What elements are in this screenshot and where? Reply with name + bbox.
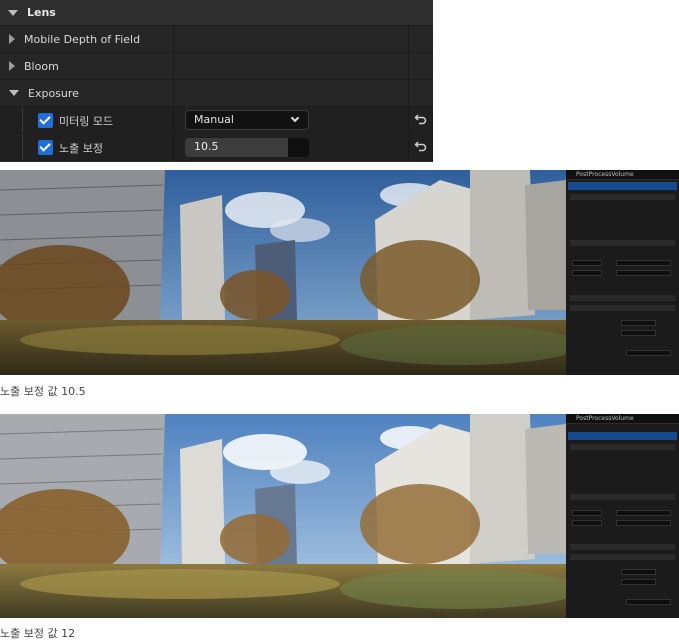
property-field[interactable] bbox=[572, 520, 602, 526]
city-scene-image bbox=[0, 414, 566, 618]
details-panel: Lens Mobile Depth of Field Bloom Exposur… bbox=[0, 0, 433, 162]
column-divider bbox=[173, 53, 174, 79]
exposure-compensation-checkbox[interactable] bbox=[38, 140, 53, 155]
exposure-compensation-value: 10.5 bbox=[194, 140, 219, 153]
metering-mode-label: 미터링 모드 bbox=[59, 115, 114, 128]
viewport-screenshot-1: PostProcessVolume bbox=[0, 170, 679, 375]
list-item[interactable] bbox=[570, 194, 675, 200]
list-item[interactable] bbox=[570, 295, 675, 301]
property-field[interactable] bbox=[616, 520, 671, 526]
property-field[interactable] bbox=[572, 260, 602, 266]
triangle-right-icon[interactable] bbox=[9, 34, 15, 44]
group-mobile-depth-of-field[interactable]: Mobile Depth of Field bbox=[0, 26, 433, 53]
reset-arrow-icon[interactable] bbox=[414, 139, 428, 153]
property-field[interactable] bbox=[626, 350, 671, 356]
list-item[interactable] bbox=[570, 444, 675, 450]
lens-section-header[interactable]: Lens bbox=[0, 0, 433, 26]
selected-row[interactable] bbox=[568, 182, 677, 190]
property-field[interactable] bbox=[621, 330, 656, 336]
list-item[interactable] bbox=[570, 494, 675, 500]
outliner-panel: PostProcessVolume bbox=[566, 414, 679, 618]
property-field[interactable] bbox=[616, 260, 671, 266]
selected-row[interactable] bbox=[568, 432, 677, 440]
indent-guide bbox=[22, 107, 23, 133]
triangle-down-icon[interactable] bbox=[9, 90, 19, 96]
caption-1: 노출 보정 값 10.5 bbox=[0, 385, 86, 398]
outliner-header: PostProcessVolume bbox=[566, 414, 679, 424]
reset-arrow-icon[interactable] bbox=[414, 112, 428, 126]
list-item[interactable] bbox=[570, 554, 675, 560]
metering-mode-value: Manual bbox=[194, 113, 234, 126]
property-field[interactable] bbox=[621, 579, 656, 585]
exposure-compensation-input[interactable]: 10.5 bbox=[185, 138, 309, 157]
group-label: Bloom bbox=[24, 59, 59, 73]
lens-section-title: Lens bbox=[27, 6, 56, 19]
property-field[interactable] bbox=[626, 599, 671, 605]
column-divider bbox=[408, 80, 409, 106]
column-divider bbox=[173, 107, 174, 133]
column-divider bbox=[173, 80, 174, 106]
list-item[interactable] bbox=[570, 240, 675, 246]
property-field[interactable] bbox=[616, 270, 671, 276]
triangle-right-icon[interactable] bbox=[9, 61, 15, 71]
property-field[interactable] bbox=[572, 510, 602, 516]
group-exposure[interactable]: Exposure bbox=[0, 80, 433, 107]
property-field[interactable] bbox=[572, 270, 602, 276]
triangle-down-icon[interactable] bbox=[8, 9, 18, 16]
column-divider bbox=[408, 26, 409, 52]
viewport-screenshot-2: PostProcessVolume bbox=[0, 414, 679, 618]
indent-guide bbox=[22, 134, 23, 160]
outliner-panel: PostProcessVolume bbox=[566, 170, 679, 375]
property-metering-mode: 미터링 모드 Manual bbox=[0, 107, 433, 134]
exposure-compensation-label: 노출 보정 bbox=[59, 142, 103, 155]
column-divider bbox=[408, 134, 409, 160]
column-divider bbox=[173, 26, 174, 52]
metering-mode-dropdown[interactable]: Manual bbox=[185, 110, 309, 130]
list-item[interactable] bbox=[570, 544, 675, 550]
chevron-down-icon bbox=[290, 113, 300, 123]
property-exposure-compensation: 노출 보정 10.5 bbox=[0, 134, 433, 161]
metering-mode-checkbox[interactable] bbox=[38, 113, 53, 128]
group-label: Exposure bbox=[28, 86, 79, 100]
outliner-header: PostProcessVolume bbox=[566, 170, 679, 180]
city-scene-image bbox=[0, 170, 566, 375]
property-field[interactable] bbox=[621, 569, 656, 575]
property-field[interactable] bbox=[616, 510, 671, 516]
column-divider bbox=[408, 107, 409, 133]
caption-2: 노출 보정 값 12 bbox=[0, 627, 76, 640]
group-bloom[interactable]: Bloom bbox=[0, 53, 433, 80]
column-divider bbox=[173, 134, 174, 160]
list-item[interactable] bbox=[570, 305, 675, 311]
column-divider bbox=[408, 53, 409, 79]
group-label: Mobile Depth of Field bbox=[24, 32, 141, 46]
property-field[interactable] bbox=[621, 320, 656, 326]
